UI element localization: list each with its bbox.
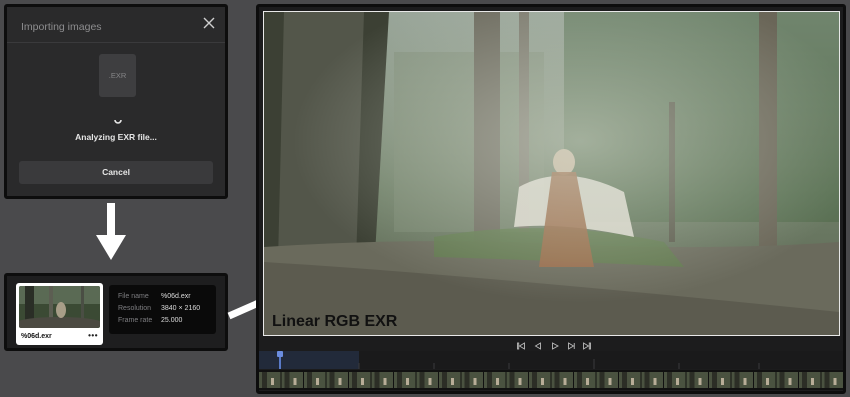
dialog-title: Importing images [21,21,102,33]
playhead-handle[interactable] [277,351,283,357]
close-icon[interactable] [202,16,216,30]
filmstrip-frame [596,372,618,388]
step-forward-icon[interactable] [566,341,576,351]
filmstrip-frame [686,372,708,388]
filmstrip-frame [281,372,303,388]
filmstrip-frame [574,372,596,388]
video-frame[interactable]: Linear RGB EXR [263,11,840,336]
asset-thumbnail [19,286,100,328]
info-row-file-name: File name %06d.exr [118,293,213,303]
filmstrip-frames [259,372,843,388]
filmstrip[interactable] [259,370,843,390]
info-value: %06d.exr [161,293,191,300]
overlay-caption: Linear RGB EXR [272,313,398,330]
filmstrip-frame [416,372,438,388]
filmstrip-frame [371,372,393,388]
filmstrip-frame [506,372,528,388]
loading-spinner-icon [114,111,122,124]
info-key: Resolution [118,305,152,312]
filmstrip-frame [551,372,573,388]
filmstrip-frame [349,372,371,388]
filmstrip-frame [731,372,753,388]
import-status-text: Analyzing EXR file... [75,132,157,142]
filmstrip-frame [439,372,461,388]
asset-tile[interactable]: %06d.exr ••• [16,283,103,345]
filmstrip-frame [799,372,821,388]
filmstrip-frame [754,372,776,388]
filmstrip-frame [304,372,326,388]
asset-card[interactable]: %06d.exr ••• File name %06d.exr Resoluti… [4,273,228,351]
import-dialog: Importing images .EXR Analyzing EXR file… [4,4,228,199]
info-value: 25.000 [161,317,183,324]
skip-to-end-icon[interactable] [582,341,592,351]
filmstrip-frame [776,372,798,388]
filmstrip-frame [259,372,281,388]
timeline-ruler[interactable] [259,351,843,369]
skip-to-start-icon[interactable] [516,341,526,351]
dialog-divider [7,42,225,43]
info-value: 3840 × 2160 [161,305,201,312]
video-viewer: Linear RGB EXR [256,4,846,394]
asset-name: %06d.exr [21,333,52,340]
filmstrip-frame [664,372,686,388]
filmstrip-frame [326,372,348,388]
asset-info-popover: File name %06d.exr Resolution 3840 × 216… [109,285,216,334]
filmstrip-frame [461,372,483,388]
filmstrip-frame [619,372,641,388]
play-icon[interactable] [550,341,560,351]
filmstrip-frame [821,372,843,388]
exr-file-icon: .EXR [99,54,136,97]
filmstrip-frame [529,372,551,388]
info-row-frame-rate: Frame rate 25.000 [118,317,213,327]
filmstrip-frame [709,372,731,388]
info-row-resolution: Resolution 3840 × 2160 [118,305,213,315]
filmstrip-frame [641,372,663,388]
filmstrip-frame [484,372,506,388]
arrow-down-icon [96,203,126,260]
cancel-button[interactable]: Cancel [19,161,213,184]
file-badge-label: .EXR [108,71,127,80]
timeline-ticks [358,359,760,369]
step-back-icon[interactable] [533,341,543,351]
filmstrip-frame [394,372,416,388]
info-key: File name [118,293,149,300]
info-key: Frame rate [118,317,153,324]
more-icon[interactable]: ••• [88,331,98,340]
